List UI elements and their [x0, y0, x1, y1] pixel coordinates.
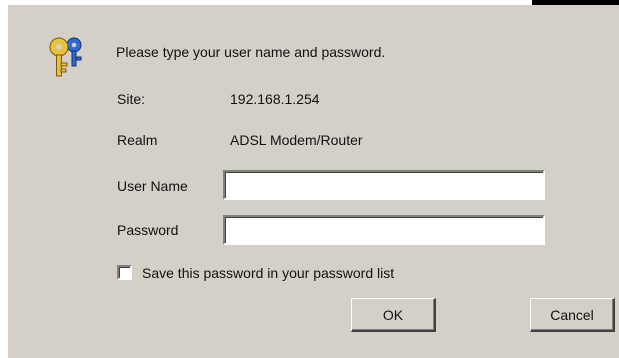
realm-value: ADSL Modem/Router	[230, 132, 363, 148]
password-label: Password	[117, 222, 179, 238]
username-label: User Name	[117, 178, 188, 194]
username-field[interactable]	[223, 170, 545, 200]
authentication-dialog: Please type your user name and password.…	[8, 5, 619, 358]
site-label: Site:	[117, 91, 146, 107]
site-value: 192.168.1.254	[230, 91, 320, 107]
save-password-label[interactable]: Save this password in your password list	[142, 265, 394, 281]
save-password-checkbox[interactable]	[117, 265, 132, 280]
keys-icon	[45, 34, 85, 78]
corner-black-fragment	[532, 0, 619, 5]
dialog-prompt: Please type your user name and password.	[116, 44, 386, 60]
password-field[interactable]	[223, 215, 545, 245]
ok-button[interactable]: OK	[351, 298, 436, 332]
realm-label: Realm	[117, 132, 158, 148]
cancel-button[interactable]: Cancel	[530, 298, 615, 332]
